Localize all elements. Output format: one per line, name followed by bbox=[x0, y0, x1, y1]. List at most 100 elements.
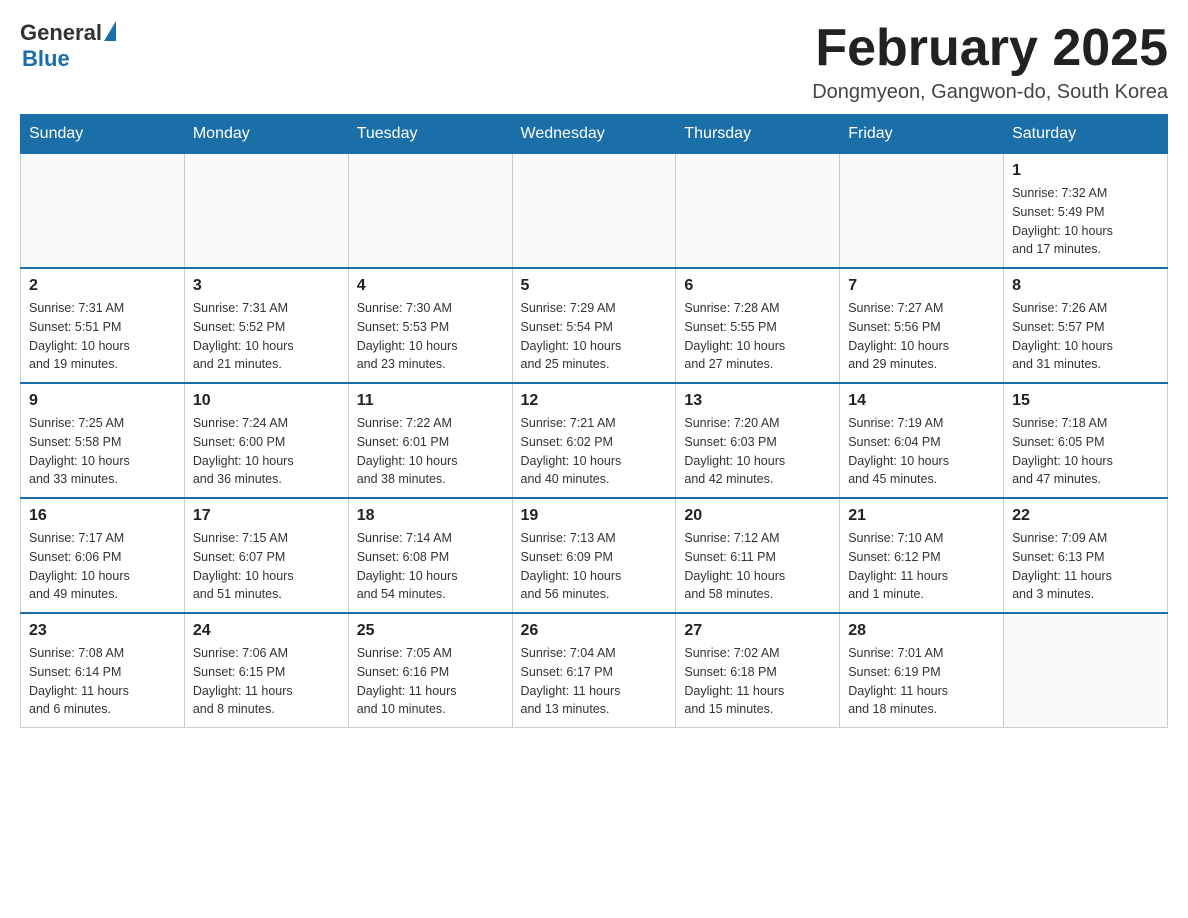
calendar-week-row: 9 Sunrise: 7:25 AMSunset: 5:58 PMDaylight… bbox=[21, 383, 1168, 498]
day-of-week-header: Thursday bbox=[676, 115, 840, 154]
day-number: 1 bbox=[1012, 162, 1159, 180]
day-number: 27 bbox=[684, 622, 831, 640]
day-info: Sunrise: 7:30 AMSunset: 5:53 PMDaylight:… bbox=[357, 299, 504, 374]
day-number: 17 bbox=[193, 507, 340, 525]
day-number: 26 bbox=[521, 622, 668, 640]
day-info: Sunrise: 7:27 AMSunset: 5:56 PMDaylight:… bbox=[848, 299, 995, 374]
page-header: General Blue February 2025 Dongmyeon, Ga… bbox=[20, 20, 1168, 104]
day-info: Sunrise: 7:02 AMSunset: 6:18 PMDaylight:… bbox=[684, 644, 831, 719]
day-number: 8 bbox=[1012, 277, 1159, 295]
day-number: 6 bbox=[684, 277, 831, 295]
day-number: 13 bbox=[684, 392, 831, 410]
day-number: 25 bbox=[357, 622, 504, 640]
day-info: Sunrise: 7:31 AMSunset: 5:51 PMDaylight:… bbox=[29, 299, 176, 374]
day-number: 23 bbox=[29, 622, 176, 640]
calendar-day-cell: 28 Sunrise: 7:01 AMSunset: 6:19 PMDayligh… bbox=[840, 613, 1004, 728]
day-of-week-header: Sunday bbox=[21, 115, 185, 154]
calendar-day-cell: 15 Sunrise: 7:18 AMSunset: 6:05 PMDayligh… bbox=[1004, 383, 1168, 498]
day-info: Sunrise: 7:29 AMSunset: 5:54 PMDaylight:… bbox=[521, 299, 668, 374]
calendar-day-cell: 10 Sunrise: 7:24 AMSunset: 6:00 PMDayligh… bbox=[184, 383, 348, 498]
calendar-day-cell: 7 Sunrise: 7:27 AMSunset: 5:56 PMDaylight… bbox=[840, 268, 1004, 383]
day-info: Sunrise: 7:20 AMSunset: 6:03 PMDaylight:… bbox=[684, 414, 831, 489]
day-info: Sunrise: 7:14 AMSunset: 6:08 PMDaylight:… bbox=[357, 529, 504, 604]
day-info: Sunrise: 7:17 AMSunset: 6:06 PMDaylight:… bbox=[29, 529, 176, 604]
calendar-day-cell bbox=[21, 154, 185, 269]
day-info: Sunrise: 7:24 AMSunset: 6:00 PMDaylight:… bbox=[193, 414, 340, 489]
day-number: 9 bbox=[29, 392, 176, 410]
day-of-week-header: Wednesday bbox=[512, 115, 676, 154]
day-number: 5 bbox=[521, 277, 668, 295]
day-info: Sunrise: 7:09 AMSunset: 6:13 PMDaylight:… bbox=[1012, 529, 1159, 604]
calendar-day-cell bbox=[512, 154, 676, 269]
logo-triangle-icon bbox=[104, 21, 116, 41]
calendar-day-cell: 14Sunrise: 7:19 AMSunset: 6:04 PMDayligh… bbox=[840, 383, 1004, 498]
calendar-week-row: 23 Sunrise: 7:08 AMSunset: 6:14 PMDayligh… bbox=[21, 613, 1168, 728]
calendar-day-cell: 5 Sunrise: 7:29 AMSunset: 5:54 PMDaylight… bbox=[512, 268, 676, 383]
calendar-day-cell: 2Sunrise: 7:31 AMSunset: 5:51 PMDaylight… bbox=[21, 268, 185, 383]
day-number: 4 bbox=[357, 277, 504, 295]
calendar-day-cell bbox=[840, 154, 1004, 269]
calendar-week-row: 16Sunrise: 7:17 AMSunset: 6:06 PMDayligh… bbox=[21, 498, 1168, 613]
day-number: 15 bbox=[1012, 392, 1159, 410]
location-text: Dongmyeon, Gangwon-do, South Korea bbox=[812, 81, 1168, 104]
day-number: 20 bbox=[684, 507, 831, 525]
calendar-day-cell: 1 Sunrise: 7:32 AMSunset: 5:49 PMDaylight… bbox=[1004, 154, 1168, 269]
day-number: 14 bbox=[848, 392, 995, 410]
day-info: Sunrise: 7:26 AMSunset: 5:57 PMDaylight:… bbox=[1012, 299, 1159, 374]
day-info: Sunrise: 7:21 AMSunset: 6:02 PMDaylight:… bbox=[521, 414, 668, 489]
day-of-week-header: Tuesday bbox=[348, 115, 512, 154]
calendar-day-cell: 25 Sunrise: 7:05 AMSunset: 6:16 PMDayligh… bbox=[348, 613, 512, 728]
calendar-day-cell: 18 Sunrise: 7:14 AMSunset: 6:08 PMDayligh… bbox=[348, 498, 512, 613]
day-info: Sunrise: 7:15 AMSunset: 6:07 PMDaylight:… bbox=[193, 529, 340, 604]
calendar-day-cell: 17 Sunrise: 7:15 AMSunset: 6:07 PMDayligh… bbox=[184, 498, 348, 613]
calendar-day-cell: 13 Sunrise: 7:20 AMSunset: 6:03 PMDayligh… bbox=[676, 383, 840, 498]
day-of-week-header: Saturday bbox=[1004, 115, 1168, 154]
day-info: Sunrise: 7:12 AMSunset: 6:11 PMDaylight:… bbox=[684, 529, 831, 604]
calendar-header-row: SundayMondayTuesdayWednesdayThursdayFrid… bbox=[21, 115, 1168, 154]
calendar-day-cell bbox=[184, 154, 348, 269]
calendar-day-cell bbox=[348, 154, 512, 269]
calendar-day-cell: 3 Sunrise: 7:31 AMSunset: 5:52 PMDaylight… bbox=[184, 268, 348, 383]
day-info: Sunrise: 7:31 AMSunset: 5:52 PMDaylight:… bbox=[193, 299, 340, 374]
day-number: 11 bbox=[357, 392, 504, 410]
day-of-week-header: Monday bbox=[184, 115, 348, 154]
logo: General Blue bbox=[20, 20, 116, 72]
day-info: Sunrise: 7:06 AMSunset: 6:15 PMDaylight:… bbox=[193, 644, 340, 719]
calendar-day-cell: 9 Sunrise: 7:25 AMSunset: 5:58 PMDaylight… bbox=[21, 383, 185, 498]
day-info: Sunrise: 7:08 AMSunset: 6:14 PMDaylight:… bbox=[29, 644, 176, 719]
logo-general-text: General bbox=[20, 20, 102, 46]
day-info: Sunrise: 7:01 AMSunset: 6:19 PMDaylight:… bbox=[848, 644, 995, 719]
day-number: 7 bbox=[848, 277, 995, 295]
day-info: Sunrise: 7:22 AMSunset: 6:01 PMDaylight:… bbox=[357, 414, 504, 489]
day-info: Sunrise: 7:25 AMSunset: 5:58 PMDaylight:… bbox=[29, 414, 176, 489]
logo-top: General bbox=[20, 20, 116, 46]
day-number: 18 bbox=[357, 507, 504, 525]
calendar-day-cell: 23 Sunrise: 7:08 AMSunset: 6:14 PMDayligh… bbox=[21, 613, 185, 728]
calendar-day-cell bbox=[1004, 613, 1168, 728]
calendar-day-cell: 4 Sunrise: 7:30 AMSunset: 5:53 PMDaylight… bbox=[348, 268, 512, 383]
day-info: Sunrise: 7:05 AMSunset: 6:16 PMDaylight:… bbox=[357, 644, 504, 719]
calendar-table: SundayMondayTuesdayWednesdayThursdayFrid… bbox=[20, 114, 1168, 728]
day-info: Sunrise: 7:28 AMSunset: 5:55 PMDaylight:… bbox=[684, 299, 831, 374]
day-number: 21 bbox=[848, 507, 995, 525]
day-number: 24 bbox=[193, 622, 340, 640]
calendar-day-cell: 22 Sunrise: 7:09 AMSunset: 6:13 PMDayligh… bbox=[1004, 498, 1168, 613]
calendar-day-cell: 16Sunrise: 7:17 AMSunset: 6:06 PMDayligh… bbox=[21, 498, 185, 613]
day-info: Sunrise: 7:10 AMSunset: 6:12 PMDaylight:… bbox=[848, 529, 995, 604]
title-section: February 2025 Dongmyeon, Gangwon-do, Sou… bbox=[812, 20, 1168, 104]
calendar-day-cell: 19Sunrise: 7:13 AMSunset: 6:09 PMDayligh… bbox=[512, 498, 676, 613]
day-info: Sunrise: 7:32 AMSunset: 5:49 PMDaylight:… bbox=[1012, 184, 1159, 259]
day-number: 3 bbox=[193, 277, 340, 295]
calendar-day-cell: 8 Sunrise: 7:26 AMSunset: 5:57 PMDaylight… bbox=[1004, 268, 1168, 383]
calendar-day-cell: 20 Sunrise: 7:12 AMSunset: 6:11 PMDayligh… bbox=[676, 498, 840, 613]
calendar-day-cell: 24 Sunrise: 7:06 AMSunset: 6:15 PMDayligh… bbox=[184, 613, 348, 728]
day-number: 10 bbox=[193, 392, 340, 410]
calendar-day-cell: 26Sunrise: 7:04 AMSunset: 6:17 PMDayligh… bbox=[512, 613, 676, 728]
day-number: 28 bbox=[848, 622, 995, 640]
calendar-day-cell: 27 Sunrise: 7:02 AMSunset: 6:18 PMDayligh… bbox=[676, 613, 840, 728]
month-title: February 2025 bbox=[812, 20, 1168, 77]
logo-blue-text: Blue bbox=[22, 46, 70, 72]
day-number: 22 bbox=[1012, 507, 1159, 525]
calendar-day-cell: 12Sunrise: 7:21 AMSunset: 6:02 PMDayligh… bbox=[512, 383, 676, 498]
day-info: Sunrise: 7:18 AMSunset: 6:05 PMDaylight:… bbox=[1012, 414, 1159, 489]
